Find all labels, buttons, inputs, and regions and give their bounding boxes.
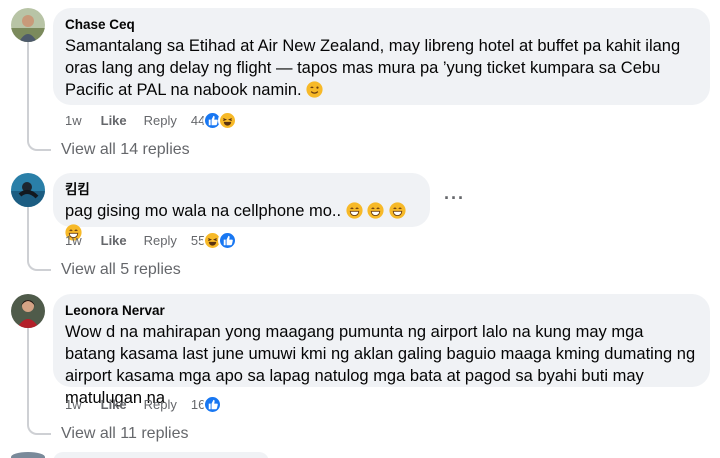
like-button[interactable]: Like	[101, 397, 127, 412]
comment-author[interactable]: Leonora Nervar	[65, 302, 698, 319]
wink-emoji-icon	[306, 81, 323, 104]
reaction-summary[interactable]: 16	[191, 394, 223, 414]
comment-actions: 1w Like Reply 16	[65, 394, 223, 414]
comment-timestamp[interactable]: 1w	[65, 113, 82, 128]
comment-text: Samantalang sa Etihad at Air New Zealand…	[65, 35, 698, 104]
comment-timestamp[interactable]: 1w	[65, 397, 82, 412]
grin-emoji-icon	[367, 202, 384, 219]
comment-author[interactable]: 킴킴	[65, 181, 418, 198]
like-icon	[218, 230, 238, 250]
like-icon	[203, 394, 223, 414]
avatar[interactable]	[11, 8, 45, 42]
thread-connector	[27, 42, 51, 151]
reply-button[interactable]: Reply	[144, 113, 177, 128]
view-replies-link[interactable]: View all 11 replies	[61, 425, 188, 443]
comment-actions: 1w Like Reply 44	[65, 110, 238, 130]
comment-bubble: Chase Ceq Samantalang sa Etihad at Air N…	[53, 8, 710, 105]
view-replies-link[interactable]: View all 5 replies	[61, 261, 181, 279]
comment-actions: 1w Like Reply 55	[65, 230, 238, 250]
haha-icon	[218, 110, 238, 130]
grin-emoji-icon	[389, 202, 406, 219]
avatar[interactable]	[11, 173, 45, 207]
avatar[interactable]	[11, 294, 45, 328]
comment-body: Samantalang sa Etihad at Air New Zealand…	[65, 37, 681, 99]
thread-connector	[27, 328, 51, 435]
comment-body: pag gising mo wala na cellphone mo..	[65, 202, 342, 220]
comment-timestamp[interactable]: 1w	[65, 233, 82, 248]
comment-author[interactable]: Chase Ceq	[65, 16, 698, 33]
comment-bubble	[53, 452, 269, 458]
like-button[interactable]: Like	[101, 233, 127, 248]
thread-connector	[27, 207, 51, 271]
comment-bubble: 킴킴 pag gising mo wala na cellphone mo..	[53, 173, 430, 241]
reaction-summary[interactable]: 44	[191, 110, 238, 130]
avatar[interactable]	[11, 452, 45, 458]
reply-button[interactable]: Reply	[144, 233, 177, 248]
view-replies-link[interactable]: View all 14 replies	[61, 141, 190, 159]
reply-button[interactable]: Reply	[144, 397, 177, 412]
comment-bubble: Leonora Nervar Wow d na mahirapan yong m…	[53, 294, 710, 407]
reaction-summary[interactable]: 55	[191, 230, 238, 250]
more-options-button[interactable]: ···	[444, 189, 465, 207]
like-button[interactable]: Like	[101, 113, 127, 128]
grin-emoji-icon	[346, 202, 363, 219]
